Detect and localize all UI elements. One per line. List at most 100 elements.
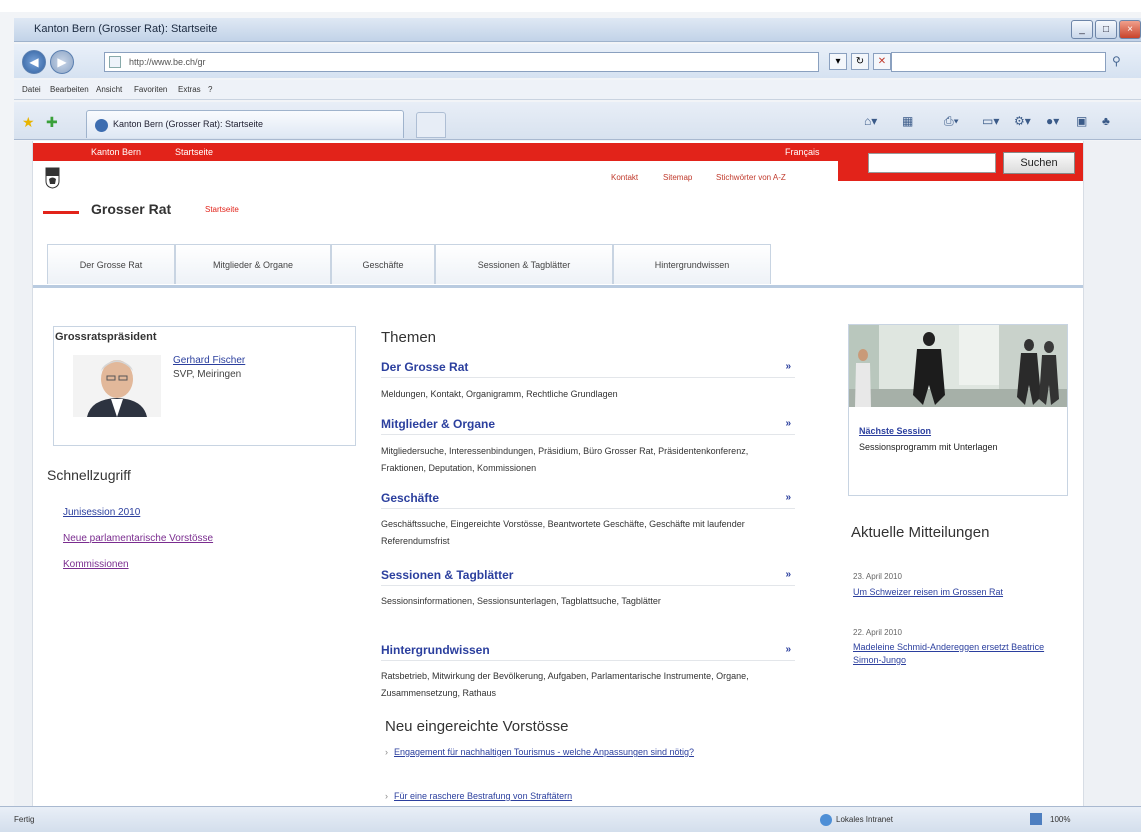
search-icon[interactable]: ⚲ [1112, 54, 1121, 68]
zoom-icon[interactable] [1030, 813, 1042, 825]
close-button[interactable]: × [1119, 20, 1141, 39]
messenger-icon[interactable]: ♣ [1102, 114, 1110, 128]
menu-datei[interactable]: Datei [22, 85, 41, 94]
address-bar: ◀ ▶ http://www.be.ch/gr ▾ ↻ ✕ ⚲ [14, 44, 1141, 78]
arrow-icon: › [385, 791, 388, 801]
dropdown-icon[interactable]: ▾ [829, 53, 847, 70]
topic-title: Sessionen & Tagblätter [381, 568, 514, 582]
link-sitemap[interactable]: Sitemap [663, 173, 692, 182]
menu-help[interactable]: ? [208, 85, 212, 94]
nav-divider [33, 285, 1083, 288]
double-arrow-icon: » [785, 569, 791, 580]
page-icon [109, 56, 121, 68]
topic-der-grosse-rat[interactable]: Der Grosse Rat » [381, 358, 795, 378]
arrow-icon: › [385, 747, 388, 757]
topic-sessionen-tagblaetter[interactable]: Sessionen & Tagblätter » [381, 566, 795, 586]
back-arrow-icon[interactable]: ◀ [22, 50, 46, 74]
research-icon[interactable]: ▣ [1076, 114, 1087, 128]
url-text: http://www.be.ch/gr [129, 57, 206, 67]
maximize-button[interactable]: □ [1095, 20, 1117, 39]
quick-link-vorstoesse[interactable]: Neue parlamentarische Vorstösse [63, 533, 213, 544]
ie-icon [95, 119, 108, 132]
news-link[interactable]: Um Schweizer reisen im Grossen Rat [853, 586, 1068, 599]
topic-title: Geschäfte [381, 491, 440, 505]
help-icon[interactable]: ●▾ [1046, 114, 1059, 128]
address-tools: ▾ ↻ ✕ [829, 53, 891, 70]
mitteilungen-heading: Aktuelle Mitteilungen [851, 524, 990, 541]
topic-geschaefte[interactable]: Geschäfte » [381, 489, 795, 509]
themen-heading: Themen [381, 329, 437, 346]
news-link[interactable]: Madeleine Schmid-Andereggen ersetzt Beat… [853, 641, 1068, 667]
neu-item-link[interactable]: Für eine raschere Bestrafung von Straftä… [394, 791, 572, 801]
top-red-bar: Kanton Bern Startseite Français [33, 143, 838, 161]
president-name-link[interactable]: Gerhard Fischer [173, 355, 245, 366]
tab-hintergrundwissen[interactable]: Hintergrundwissen [613, 244, 771, 284]
zone-label: Lokales Intranet [836, 815, 893, 825]
feeds-icon[interactable]: ▦ [902, 114, 913, 128]
neu-item[interactable]: › Für eine raschere Bestrafung von Straft… [385, 789, 795, 803]
site-subtitle: Startseite [205, 205, 239, 214]
menu-ansicht[interactable]: Ansicht [96, 85, 122, 94]
tab-geschaefte[interactable]: Geschäfte [331, 244, 435, 284]
refresh-icon[interactable]: ↻ [851, 53, 869, 70]
favorites-star-icon[interactable]: ★ [22, 114, 35, 131]
topic-mitglieder-organe[interactable]: Mitglieder & Organe » [381, 415, 795, 435]
topic-title: Mitglieder & Organe [381, 417, 496, 431]
new-tab-button[interactable] [416, 112, 446, 138]
topic-desc: Sessionsinformationen, Sessionsunterlage… [381, 596, 661, 606]
link-startseite[interactable]: Startseite [175, 147, 213, 157]
tab-sessionen-tagblaetter[interactable]: Sessionen & Tagblätter [435, 244, 613, 284]
site-search-input[interactable] [868, 153, 996, 173]
next-session-desc: Sessionsprogramm mit Unterlagen [859, 442, 998, 452]
president-photo [73, 355, 161, 417]
topic-title: Der Grosse Rat [381, 360, 469, 374]
add-favorite-icon[interactable]: ✚ [46, 114, 58, 131]
link-stichwoerter[interactable]: Stichwörter von A-Z [716, 173, 786, 182]
tab-der-grosse-rat[interactable]: Der Grosse Rat [47, 244, 175, 284]
topic-desc: Ratsbetrieb, Mitwirkung der Bevölkerung,… [381, 671, 749, 698]
neu-item[interactable]: › Engagement für nachhaltigen Tourismus -… [385, 745, 795, 759]
double-arrow-icon: » [785, 492, 791, 503]
quick-link-kommissionen[interactable]: Kommissionen [63, 559, 129, 570]
news-date: 23. April 2010 [853, 572, 902, 581]
zoom-level[interactable]: 100% [1050, 815, 1070, 824]
menu-favoriten[interactable]: Favoriten [134, 85, 167, 94]
tab-mitglieder-organe[interactable]: Mitglieder & Organe [175, 244, 331, 284]
tab-startseite[interactable]: Kanton Bern (Grosser Rat): Startseite [86, 110, 404, 138]
url-input[interactable]: http://www.be.ch/gr [104, 52, 819, 72]
menu-extras[interactable]: Extras [178, 85, 201, 94]
next-session-link[interactable]: Nächste Session [859, 426, 931, 436]
minimize-button[interactable]: _ [1071, 20, 1093, 39]
link-kontakt[interactable]: Kontakt [611, 173, 638, 182]
browser-search-input[interactable] [891, 52, 1106, 72]
home-icon[interactable]: ⌂▾ [864, 114, 877, 128]
news-date: 22. April 2010 [853, 628, 902, 637]
search-button[interactable]: Suchen [1003, 152, 1075, 174]
topic-desc: Geschäftssuche, Eingereichte Vorstösse, … [381, 519, 745, 546]
link-francais[interactable]: Français [785, 147, 820, 157]
web-page: Kanton Bern Startseite Français Suchen K… [32, 141, 1084, 806]
session-photo [849, 325, 1067, 407]
title-accent-line [43, 211, 79, 214]
double-arrow-icon: » [785, 418, 791, 429]
link-kanton-bern[interactable]: Kanton Bern [91, 147, 141, 157]
tab-bar: ★ ✚ Kanton Bern (Grosser Rat): Startseit… [14, 102, 1141, 140]
quick-link-junisession[interactable]: Junisession 2010 [63, 507, 140, 518]
double-arrow-icon: » [785, 361, 791, 372]
president-party: SVP, Meiringen [173, 369, 242, 380]
neu-item-link[interactable]: Engagement für nachhaltigen Tourismus - … [394, 747, 694, 757]
tools-menu-icon[interactable]: ⚙▾ [1014, 114, 1031, 128]
top-strip [0, 0, 1141, 12]
topic-hintergrundwissen[interactable]: Hintergrundwissen » [381, 641, 795, 661]
status-bar: Fertig Lokales Intranet 100% [0, 806, 1141, 832]
menu-bearbeiten[interactable]: Bearbeiten [50, 85, 89, 94]
print-icon[interactable]: ⎙▾ [944, 114, 959, 129]
topic-title: Hintergrundwissen [381, 643, 490, 657]
neu-heading: Neu eingereichte Vorstösse [385, 718, 569, 735]
status-text: Fertig [14, 815, 35, 824]
forward-arrow-icon[interactable]: ▶ [50, 50, 74, 74]
topic-desc: Mitgliedersuche, Interessenbindungen, Pr… [381, 446, 749, 473]
site-title: Grosser Rat [91, 201, 172, 217]
page-menu-icon[interactable]: ▭▾ [982, 114, 999, 128]
stop-icon[interactable]: ✕ [873, 53, 891, 70]
